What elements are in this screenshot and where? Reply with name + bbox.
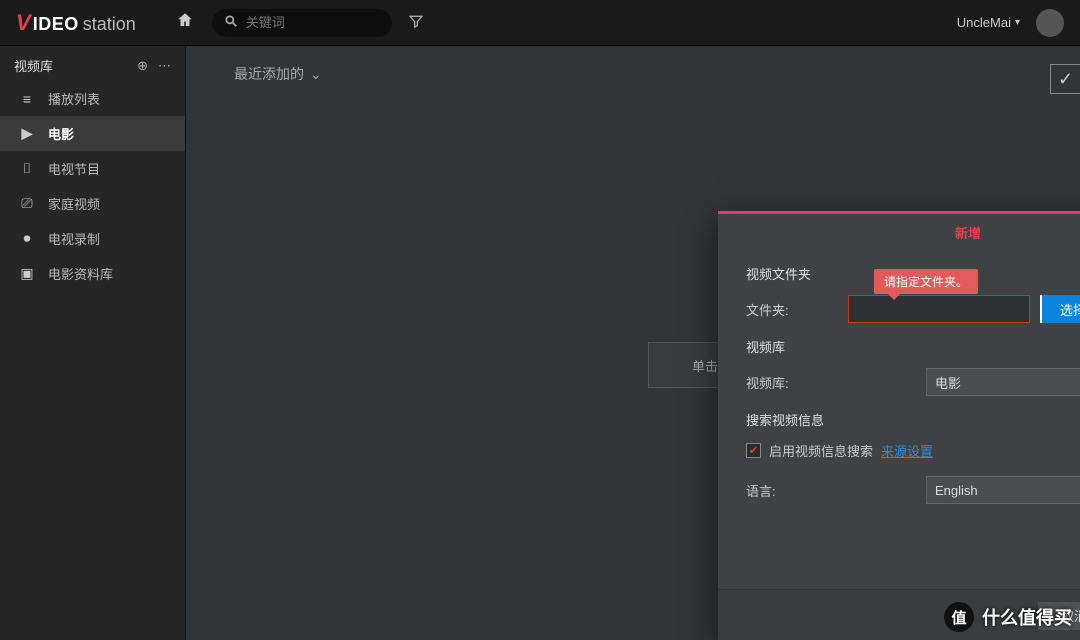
error-tooltip: 请指定文件夹。	[874, 269, 978, 294]
search-icon	[224, 14, 238, 31]
library-select[interactable]: 电影 ▼	[926, 368, 1080, 396]
dialog-header: 新增 ×	[718, 214, 1080, 250]
logo-station: station	[83, 14, 136, 35]
search-box[interactable]	[212, 9, 392, 37]
sidebar-item-playlist[interactable]: ≡ 播放列表	[0, 81, 185, 116]
record-icon: ⏺	[18, 230, 36, 247]
language-value: English	[935, 483, 978, 498]
folder-label: 文件夹:	[746, 300, 848, 319]
camera-icon: ⎚	[18, 195, 36, 212]
movie-icon: ▶	[18, 125, 36, 142]
sort-label: 最近添加的	[234, 64, 304, 84]
sidebar-item-recording[interactable]: ⏺ 电视录制	[0, 221, 185, 256]
sidebar: 视频库 ⊕ ⋯ ≡ 播放列表 ▶ 电影 ⌷ 电视节目 ⎚ 家庭视频 ⏺ 电视录制…	[0, 46, 186, 640]
filter-icon[interactable]	[408, 13, 424, 32]
sidebar-item-label: 电影资料库	[48, 264, 113, 283]
sidebar-item-label: 电视录制	[48, 229, 100, 248]
dialog-title: 新增	[955, 223, 981, 242]
sidebar-item-movie[interactable]: ▶ 电影	[0, 116, 185, 151]
sidebar-item-label: 家庭视频	[48, 194, 100, 213]
add-library-dialog: 新增 × 视频文件夹 请指定文件夹。 文件夹: 选择 视频库	[718, 211, 1080, 640]
db-icon: ▣	[18, 265, 36, 282]
tv-icon: ⌷	[18, 160, 36, 177]
sidebar-item-tvshow[interactable]: ⌷ 电视节目	[0, 151, 185, 186]
sidebar-item-label: 电视节目	[48, 159, 100, 178]
source-settings-link[interactable]: 来源设置	[881, 441, 933, 460]
add-library-icon[interactable]: ⊕	[137, 58, 148, 74]
sidebar-item-label: 播放列表	[48, 89, 100, 108]
language-label: 语言:	[746, 481, 848, 500]
sidebar-item-homevideo[interactable]: ⎚ 家庭视频	[0, 186, 185, 221]
folder-input[interactable]	[848, 295, 1030, 323]
app-logo: V IDEO station	[16, 10, 136, 36]
select-folder-button[interactable]: 选择	[1040, 295, 1080, 323]
sidebar-header: 视频库 ⊕ ⋯	[0, 46, 185, 81]
section-library-title: 视频库	[746, 337, 1080, 356]
sort-dropdown[interactable]: 最近添加的 ⌄	[186, 46, 1080, 102]
list-icon: ≡	[18, 91, 36, 107]
home-icon[interactable]	[176, 11, 194, 34]
chevron-down-icon: ⌄	[310, 66, 322, 83]
more-icon[interactable]: ⋯	[158, 58, 171, 74]
language-select[interactable]: English ▼	[926, 476, 1080, 504]
enable-search-checkbox[interactable]: ✔	[746, 443, 761, 458]
select-mode-toggle[interactable]: ✓	[1050, 64, 1080, 94]
user-menu[interactable]: UncleMai ▾	[957, 15, 1020, 30]
watermark-badge: 值	[944, 602, 974, 632]
search-input[interactable]	[246, 15, 380, 30]
topbar: V IDEO station UncleMai ▾	[0, 0, 1080, 46]
avatar[interactable]	[1036, 9, 1064, 37]
logo-ideo: IDEO	[33, 14, 79, 35]
library-value: 电影	[935, 373, 961, 392]
user-name-label: UncleMai	[957, 15, 1011, 30]
library-label: 视频库:	[746, 373, 848, 392]
enable-search-label: 启用视频信息搜索	[769, 441, 873, 460]
sidebar-title: 视频库	[14, 56, 53, 75]
section-search-title: 搜索视频信息	[746, 410, 1080, 429]
watermark-text: 什么值得买	[982, 604, 1072, 630]
sidebar-item-database[interactable]: ▣ 电影资料库	[0, 256, 185, 291]
logo-v: V	[16, 10, 31, 36]
content-area: 最近添加的 ⌄ ✓ 单击此处 新增 × 视频文件夹 请指定文件夹。 文件夹:	[186, 46, 1080, 640]
sidebar-item-label: 电影	[48, 124, 74, 143]
watermark: 值 什么值得买	[944, 602, 1072, 632]
caret-down-icon: ▾	[1015, 17, 1020, 28]
